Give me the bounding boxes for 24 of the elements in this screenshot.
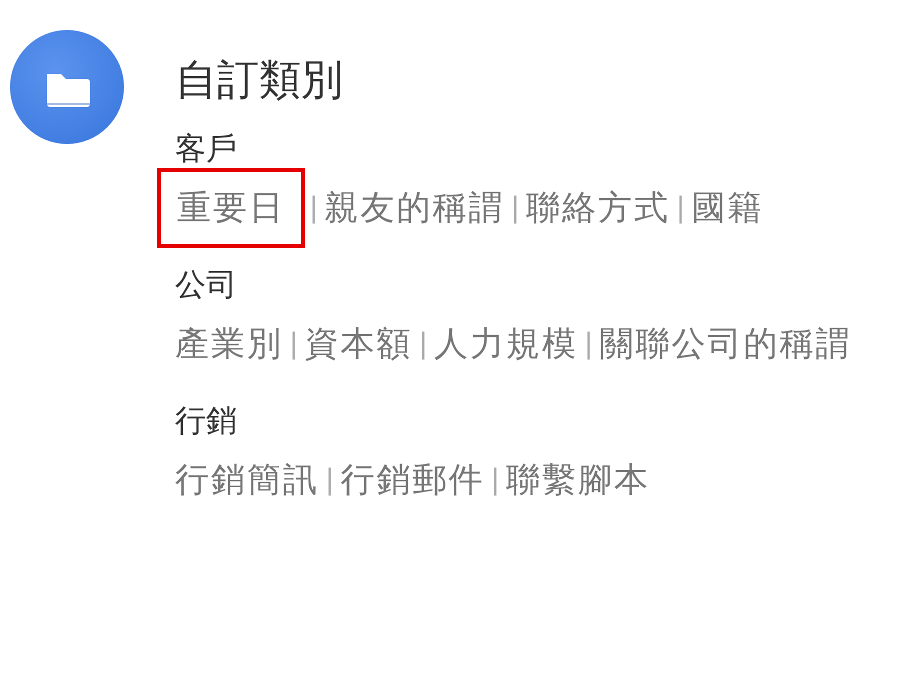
separator: | [676,190,686,226]
category-link[interactable]: 親友的稱謂 [324,188,504,228]
page-title: 自訂類別 [175,54,344,106]
category-link[interactable]: 資本額 [304,324,412,364]
category-link[interactable]: 聯繫腳本 [506,460,650,500]
category-link[interactable]: 聯絡方式 [526,188,670,228]
group-label: 公司 [175,266,238,305]
category-link[interactable]: 人力規模 [434,324,578,364]
category-link[interactable]: 重要日 [157,168,305,248]
folder-icon [10,30,124,144]
separator: | [510,190,520,226]
category-link[interactable]: 行銷郵件 [340,460,484,500]
category-link[interactable]: 產業別 [175,324,283,364]
category-link[interactable]: 國籍 [691,188,764,228]
separator: | [289,326,298,362]
separator: | [325,462,334,498]
separator: | [584,326,594,362]
group-label: 客戶 [175,130,238,169]
category-link[interactable]: 行銷簡訊 [175,460,319,500]
group-label: 行銷 [175,402,238,441]
separator: | [490,462,500,498]
separator: | [418,326,428,362]
separator: | [309,190,318,226]
category-link[interactable]: 關聯公司的稱謂 [599,324,852,364]
